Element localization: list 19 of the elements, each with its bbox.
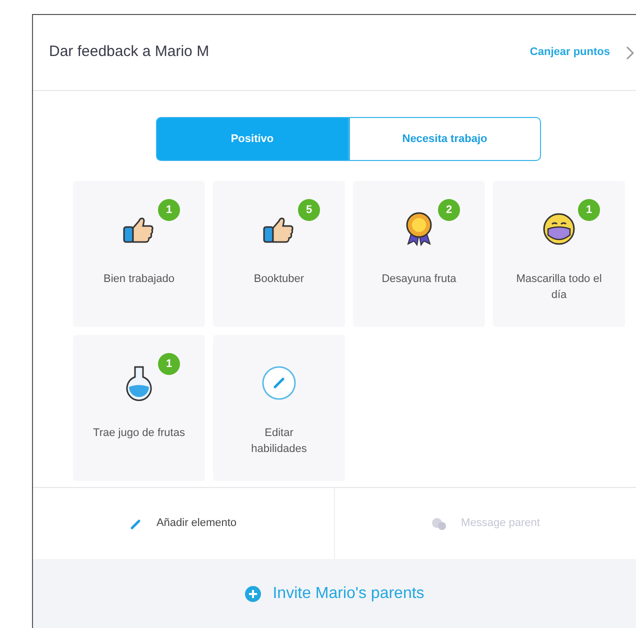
- dialog-title: Dar feedback a Mario M: [49, 42, 210, 62]
- skill-card[interactable]: 1 Mascarilla todo el día: [493, 181, 625, 327]
- edit-skills-button[interactable]: Editar habilidades: [213, 335, 345, 481]
- skill-card[interactable]: 1 Bien trabajado: [73, 181, 205, 327]
- count-badge: 1: [158, 353, 180, 375]
- count-badge: 1: [578, 199, 600, 221]
- count-badge: 1: [158, 199, 180, 221]
- add-item-button[interactable]: Añadir elemento: [130, 515, 237, 532]
- skill-card[interactable]: 2 Desayuna fruta: [353, 181, 485, 327]
- skill-label: Booktuber: [252, 272, 306, 287]
- count-badge: 2: [438, 199, 460, 221]
- skill-card[interactable]: 5 Booktuber: [213, 181, 345, 327]
- count-badge: 5: [298, 199, 320, 221]
- skill-label: Editar habilidades: [250, 426, 308, 457]
- skill-card[interactable]: 1 Trae jugo de frutas: [73, 335, 205, 481]
- skill-label: Trae jugo de frutas: [92, 426, 186, 441]
- skill-label: Mascarilla todo el día: [515, 272, 603, 303]
- skill-label: Desayuna fruta: [380, 272, 458, 287]
- skill-label: Bien trabajado: [102, 272, 176, 287]
